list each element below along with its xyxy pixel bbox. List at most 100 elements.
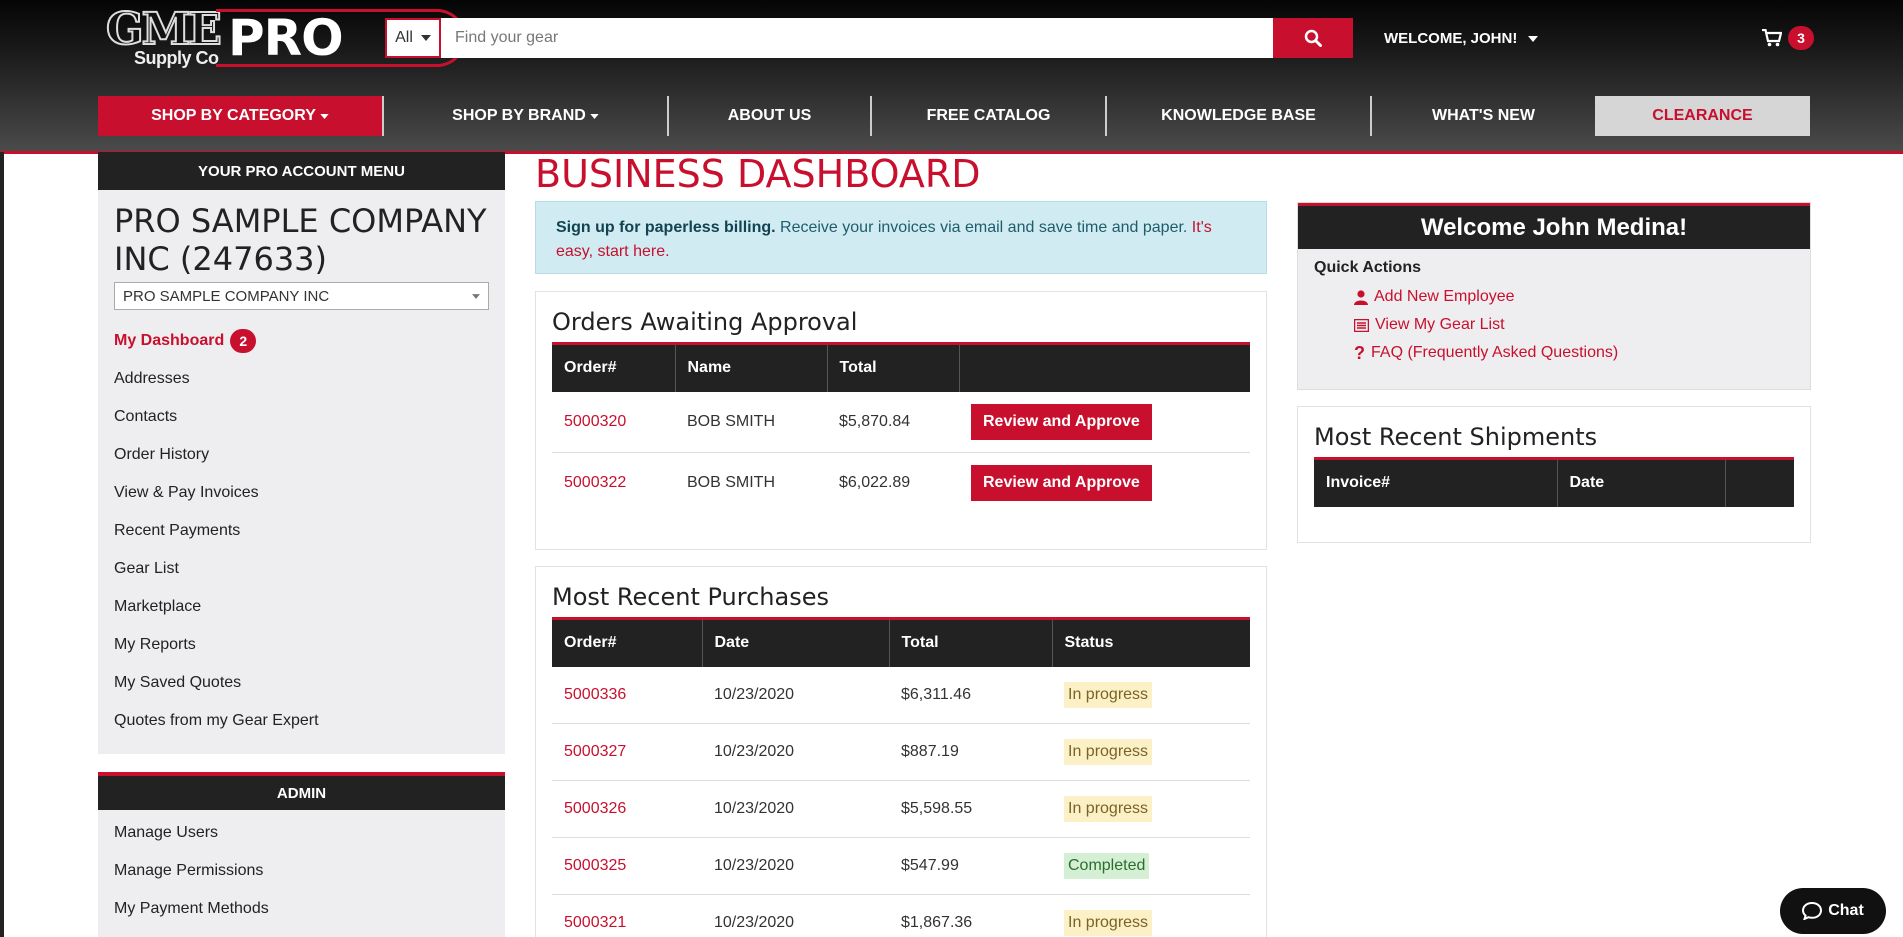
nav-shop-by-brand[interactable]: SHOP BY BRAND [384, 96, 667, 136]
shipments-panel: Most Recent Shipments Invoice# Date [1297, 406, 1811, 543]
table-row: 5000322 BOB SMITH $6,022.89 Review and A… [552, 453, 1250, 514]
review-approve-button[interactable]: Review and Approve [971, 465, 1152, 502]
sidebar-item-marketplace[interactable]: Marketplace [114, 588, 489, 626]
nav-label: SHOP BY BRAND [452, 107, 586, 124]
order-name: BOB SMITH [687, 474, 776, 492]
add-employee-link[interactable]: Add New Employee [1314, 283, 1794, 311]
company-select[interactable]: PRO SAMPLE COMPANY INC [114, 282, 489, 310]
nav-about-us[interactable]: ABOUT US [669, 96, 870, 136]
admin-box: Manage Users Manage Permissions My Payme… [98, 810, 505, 937]
search-button[interactable] [1273, 18, 1353, 58]
sidebar-item-label: Recent Payments [114, 522, 241, 539]
table-row: 5000325 10/23/2020 $547.99 Completed [552, 837, 1250, 895]
account-menu[interactable]: WELCOME, JOHN! [1384, 30, 1538, 47]
admin-item-label: Manage Users [114, 824, 219, 841]
action-label: Add New Employee [1374, 288, 1515, 305]
order-link[interactable]: 5000326 [552, 780, 702, 838]
search-bar: All [385, 18, 1353, 58]
col-order: Order# [552, 617, 703, 667]
nav-free-catalog[interactable]: FREE CATALOG [872, 96, 1105, 136]
welcome-label: WELCOME, JOHN! [1384, 30, 1518, 47]
nav-knowledge-base[interactable]: KNOWLEDGE BASE [1107, 96, 1370, 136]
cart-count-badge: 3 [1788, 26, 1814, 50]
view-gear-list-link[interactable]: View My Gear List [1314, 311, 1794, 339]
sidebar-item-label: My Saved Quotes [114, 674, 242, 691]
faq-link[interactable]: ? FAQ (Frequently Asked Questions) [1314, 339, 1794, 367]
nav-label: KNOWLEDGE BASE [1161, 107, 1316, 124]
status-badge: Completed [1064, 853, 1150, 879]
sidebar-item-expert-quotes[interactable]: Quotes from my Gear Expert [114, 702, 489, 740]
sidebar-item-contacts[interactable]: Contacts [114, 398, 489, 436]
caret-down-icon [420, 35, 431, 41]
paperless-notice: Sign up for paperless billing. Receive y… [535, 201, 1267, 274]
chat-button[interactable]: Chat [1780, 888, 1886, 934]
caret-down-icon [320, 113, 329, 119]
sidebar-item-my-dashboard[interactable]: My Dashboard 2 [114, 322, 489, 360]
order-date: 10/23/2020 [702, 837, 889, 895]
action-label: View My Gear List [1375, 316, 1505, 333]
sidebar-item-label: Quotes from my Gear Expert [114, 712, 319, 729]
order-link[interactable]: 5000325 [552, 837, 702, 895]
order-total: $5,870.84 [827, 391, 959, 453]
col-total: Total [889, 617, 1053, 667]
page-title: BUSINESS DASHBOARD [535, 152, 981, 196]
cart-icon [1762, 29, 1782, 47]
order-total: $5,598.55 [889, 780, 1052, 838]
order-link[interactable]: 5000327 [552, 723, 702, 781]
sidebar-item-my-reports[interactable]: My Reports [114, 626, 489, 664]
nav-shop-by-category[interactable]: SHOP BY CATEGORY [98, 96, 382, 136]
caret-down-icon [472, 293, 480, 299]
order-total: $1,867.36 [889, 894, 1052, 937]
sidebar-box: PRO SAMPLE COMPANY INC (247633) PRO SAMP… [98, 190, 505, 754]
order-link[interactable]: 5000322 [552, 453, 675, 514]
search-input[interactable] [441, 18, 1273, 58]
sidebar-item-addresses[interactable]: Addresses [114, 360, 489, 398]
company-name: PRO SAMPLE COMPANY INC (247633) [114, 202, 487, 278]
sidebar-item-label: My Dashboard [114, 332, 225, 349]
nav-clearance[interactable]: CLEARANCE [1595, 96, 1810, 136]
sidebar-item-label: View & Pay Invoices [114, 484, 259, 501]
nav-label: FREE CATALOG [926, 107, 1051, 124]
admin-item-manage-users[interactable]: Manage Users [114, 814, 489, 852]
sidebar-item-saved-quotes[interactable]: My Saved Quotes [114, 664, 489, 702]
account-sidebar: YOUR PRO ACCOUNT MENU PRO SAMPLE COMPANY… [98, 152, 505, 937]
admin-item-manage-permissions[interactable]: Manage Permissions [114, 852, 489, 890]
order-total: $547.99 [889, 837, 1052, 895]
order-link[interactable]: 5000336 [552, 666, 702, 724]
order-link[interactable]: 5000321 [552, 894, 702, 937]
order-date: 10/23/2020 [702, 894, 889, 937]
table-row: 5000327 10/23/2020 $887.19 In progress [552, 723, 1250, 781]
sidebar-item-gear-list[interactable]: Gear List [114, 550, 489, 588]
nav-label: SHOP BY CATEGORY [151, 107, 316, 124]
admin-item-payment-methods[interactable]: My Payment Methods [114, 890, 489, 928]
purchases-table: Order# Date Total Status 5000336 10/23/2… [552, 617, 1250, 937]
sidebar-item-label: Gear List [114, 560, 179, 577]
search-category-dropdown[interactable]: All [385, 18, 441, 58]
table-row: 5000320 BOB SMITH $5,870.84 Review and A… [552, 391, 1250, 453]
admin-item-label: Manage Permissions [114, 862, 264, 879]
order-date: 10/23/2020 [702, 723, 889, 781]
notice-text: Receive your invoices via email and save… [775, 219, 1192, 236]
sidebar-item-invoices[interactable]: View & Pay Invoices [114, 474, 489, 512]
col-status: Status [1052, 617, 1250, 667]
shipments-title: Most Recent Shipments [1314, 423, 1598, 451]
action-label: FAQ (Frequently Asked Questions) [1371, 344, 1619, 361]
sidebar-item-recent-payments[interactable]: Recent Payments [114, 512, 489, 550]
sidebar-item-label: Addresses [114, 370, 190, 387]
order-total: $6,022.89 [839, 474, 911, 492]
table-row: 5000321 10/23/2020 $1,867.36 In progress [552, 894, 1250, 937]
sidebar-item-order-history[interactable]: Order History [114, 436, 489, 474]
nav-whats-new[interactable]: WHAT'S NEW [1372, 96, 1595, 136]
welcome-panel: Welcome John Medina! Quick Actions Add N… [1297, 202, 1811, 390]
col-total: Total [827, 342, 960, 392]
status-badge: In progress [1064, 910, 1153, 936]
review-approve-button[interactable]: Review and Approve [971, 403, 1152, 440]
dashboard-count-badge: 2 [230, 329, 257, 353]
cart-button[interactable]: 3 [1762, 26, 1814, 50]
col-action [959, 342, 1250, 392]
approval-title: Orders Awaiting Approval [552, 308, 858, 336]
order-link[interactable]: 5000320 [552, 391, 675, 453]
site-logo[interactable]: GME Supply Co PRO [105, 3, 466, 70]
search-icon [1304, 29, 1322, 47]
table-row: 5000336 10/23/2020 $6,311.46 In progress [552, 666, 1250, 724]
